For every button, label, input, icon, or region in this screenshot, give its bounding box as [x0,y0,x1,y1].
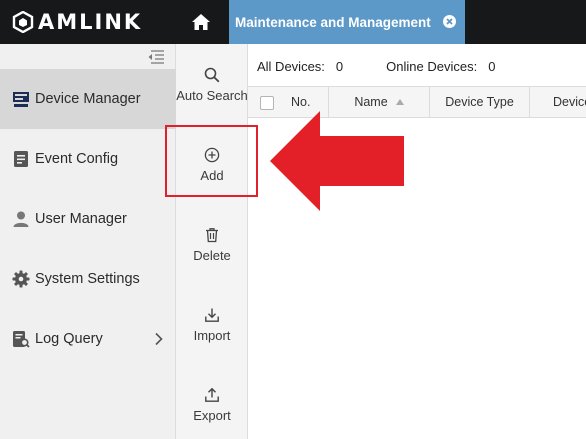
auto-search-button[interactable]: Auto Search [176,54,248,114]
online-devices-label: Online Devices: [386,59,478,74]
add-button-highlight [165,125,258,197]
column-header-label: Device [553,95,586,109]
chevron-right-icon[interactable] [154,332,164,346]
brand-logo: AMLINK [12,7,142,37]
sort-ascending-icon[interactable] [395,99,404,105]
column-header-label: Device Type [445,95,514,109]
online-devices-count: 0 [488,59,496,74]
all-devices-label: All Devices: [257,59,325,74]
delete-label: Delete [193,248,231,263]
sidebar-item-label: System Settings [35,271,140,287]
auto-search-label: Auto Search [176,88,248,103]
sidebar-item-user-manager[interactable]: User Manager [0,189,176,249]
export-button[interactable]: Export [176,374,248,434]
export-icon [203,386,221,404]
sidebar-item-log-query[interactable]: Log Query [0,309,176,369]
search-icon [203,66,221,84]
device-list-panel: All Devices: 0 Online Devices: 0 No. Nam… [248,44,586,439]
column-device-type[interactable]: Device Type [430,87,530,117]
import-label: Import [193,328,231,343]
column-header-label: No. [291,95,311,109]
sidebar-item-label: Log Query [35,331,103,347]
left-arrow-annotation [270,111,404,211]
column-device[interactable]: Device [530,87,586,117]
home-icon [192,14,210,30]
sidebar-item-device-manager[interactable]: Device Manager [0,69,176,129]
delete-button[interactable]: Delete [176,214,248,274]
device-toolbar: Auto Search Add Delete Import Export [176,44,248,439]
top-bar: AMLINK Maintenance and Management [0,0,586,44]
trash-icon [203,226,221,244]
sidebar-item-event-config[interactable]: Event Config [0,129,176,189]
import-button[interactable]: Import [176,294,248,354]
device-manager-icon [12,90,30,108]
log-query-icon [12,330,30,348]
brand-name: AMLINK [38,10,143,34]
event-config-icon [12,150,30,168]
import-icon [203,306,221,324]
gear-icon [12,270,30,288]
column-header-label: Name [354,95,388,109]
sidebar-item-system-settings[interactable]: System Settings [0,249,176,309]
device-stats: All Devices: 0 Online Devices: 0 [257,59,495,74]
select-all-checkbox[interactable] [260,96,274,110]
export-label: Export [193,408,231,423]
tab-label: Maintenance and Management [235,14,431,30]
user-icon [12,210,30,228]
tab-maintenance-and-management[interactable]: Maintenance and Management [229,0,465,44]
all-devices-count: 0 [335,59,344,74]
sidebar-item-label: Device Manager [35,91,141,107]
home-button[interactable] [188,10,214,34]
close-circle-icon[interactable] [442,14,457,29]
sidebar: Device Manager Event Config User Manager [0,44,176,439]
collapse-menu-icon[interactable] [147,50,165,64]
amlink-logo-icon [12,11,34,33]
sidebar-item-label: Event Config [35,151,119,167]
sidebar-item-label: User Manager [35,211,127,227]
